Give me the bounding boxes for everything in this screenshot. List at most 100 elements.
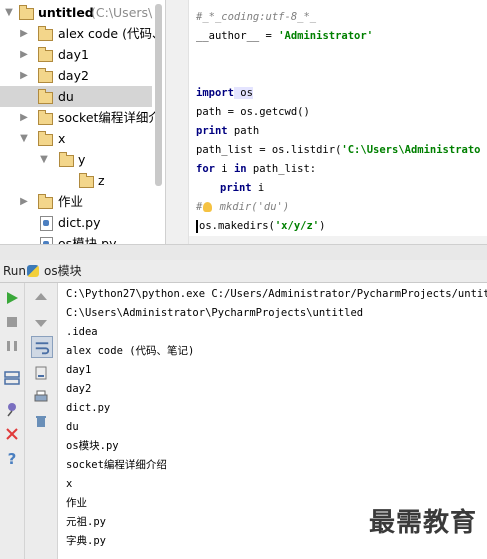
console-line: dict.py <box>66 402 111 414</box>
tree-item-os-module-py[interactable]: os模块.py <box>0 233 155 244</box>
project-tree: ▼ untitled (C:\Users\ ▶ alex code (代码、 ▶… <box>0 0 166 244</box>
tree-item-label: 作业 <box>58 194 84 209</box>
folder-icon <box>38 194 53 209</box>
tree-root-path: (C:\Users\ <box>91 5 153 20</box>
run-toolbar-secondary <box>25 283 58 559</box>
print-icon[interactable] <box>33 389 49 405</box>
console-line: C:\Users\Administrator\PycharmProjects\u… <box>66 307 364 319</box>
tree-item-day1[interactable]: ▶ day1 <box>0 44 155 65</box>
code-comment: mkdir('du') <box>213 201 290 213</box>
console-line: x <box>66 478 73 490</box>
chevron-down-icon[interactable]: ▼ <box>39 149 49 170</box>
code-keyword: import <box>196 87 234 99</box>
lightbulb-icon[interactable] <box>203 202 213 212</box>
tree-item-label: dict.py <box>58 215 101 230</box>
run-icon[interactable] <box>4 290 20 306</box>
code-text: __author__ = <box>196 30 279 42</box>
text-caret <box>196 219 198 233</box>
code-keyword: for <box>196 163 215 175</box>
console-line: .idea <box>66 326 98 338</box>
tree-item-y[interactable]: ▼ y <box>0 149 155 170</box>
console-line: 元祖.py <box>66 516 106 528</box>
editor-horizontal-scrollbar[interactable] <box>189 236 487 244</box>
tree-item-label: alex code (代码、 <box>58 26 165 41</box>
chevron-right-icon[interactable]: ▶ <box>19 191 29 212</box>
tree-scrollbar[interactable] <box>155 4 162 186</box>
folder-icon <box>59 152 74 167</box>
tree-item-label: x <box>58 131 66 146</box>
tree-item-label: day1 <box>58 47 89 62</box>
code-text: path = os.getcwd() <box>196 106 310 118</box>
folder-icon <box>38 47 53 62</box>
code-line-3: import os <box>196 84 253 103</box>
code-keyword: print <box>220 182 252 194</box>
pin-icon[interactable] <box>4 401 20 417</box>
folder-icon <box>38 26 53 41</box>
python-file-icon <box>40 237 53 244</box>
code-line-7: for i in path_list: <box>196 160 316 179</box>
console-line: socket编程详细介绍 <box>66 459 167 471</box>
python-icon <box>27 265 39 277</box>
run-panel-header: Run os模块 <box>0 260 487 283</box>
code-text: i <box>251 182 265 194</box>
code-text: os.makedirs( <box>199 220 275 232</box>
code-line-5: print path <box>196 122 259 141</box>
code-text: path_list: <box>246 163 317 175</box>
code-line-6: path_list = os.listdir('C:\Users\Adminis… <box>196 141 480 160</box>
code-line-10: os.makedirs('x/y/z') <box>196 217 325 236</box>
console-line: C:\Python27\python.exe C:/Users/Administ… <box>66 288 487 300</box>
run-tab-os-module[interactable]: os模块 <box>44 260 82 282</box>
tree-root-label: untitled <box>38 5 94 20</box>
folder-icon <box>38 131 53 146</box>
soft-wrap-icon[interactable] <box>31 336 53 358</box>
code-line-9: # mkdir('du') <box>196 198 289 217</box>
code-line-1: #_*_coding:utf-8_*_ <box>196 8 316 27</box>
tree-item-alex-code[interactable]: ▶ alex code (代码、 <box>0 23 164 44</box>
arrow-up-icon[interactable] <box>33 290 49 306</box>
chevron-right-icon[interactable]: ▶ <box>19 23 29 44</box>
tree-item-homework[interactable]: ▶ 作业 <box>0 191 155 212</box>
run-toolbar-primary: ? <box>0 283 25 559</box>
tree-item-socket[interactable]: ▶ socket编程详细介 <box>0 107 161 128</box>
tree-item-du[interactable]: du <box>0 86 152 107</box>
tree-item-label: y <box>78 152 86 167</box>
code-text: ) <box>319 220 326 232</box>
tree-item-x[interactable]: ▼ x <box>0 128 155 149</box>
pause-icon[interactable] <box>4 338 20 354</box>
run-label: Run <box>3 264 27 278</box>
layout-icon[interactable] <box>4 370 20 386</box>
stop-icon[interactable] <box>4 314 20 330</box>
chevron-down-icon[interactable]: ▼ <box>4 2 14 23</box>
tree-item-z[interactable]: z <box>0 170 155 191</box>
close-icon[interactable] <box>4 426 20 442</box>
tree-item-dict-py[interactable]: dict.py <box>0 212 155 233</box>
tree-item-day2[interactable]: ▶ day2 <box>0 65 155 86</box>
chevron-right-icon[interactable]: ▶ <box>19 107 29 128</box>
folder-icon <box>38 110 53 125</box>
chevron-right-icon[interactable]: ▶ <box>19 65 29 86</box>
code-text: i <box>214 163 234 175</box>
watermark: 最需教育 <box>368 508 477 538</box>
trash-icon[interactable] <box>33 413 49 429</box>
console-line: day1 <box>66 364 92 376</box>
chevron-down-icon[interactable]: ▼ <box>19 128 29 149</box>
tree-item-label: day2 <box>58 68 89 83</box>
help-icon[interactable]: ? <box>4 450 20 466</box>
code-editor[interactable]: #_*_coding:utf-8_*_ __author__ = 'Admini… <box>189 0 487 244</box>
code-keyword: in <box>233 163 247 175</box>
editor-gutter <box>166 0 189 244</box>
folder-icon <box>38 68 53 83</box>
code-comment: # <box>196 201 203 213</box>
code-line-2: __author__ = 'Administrator' <box>196 27 373 46</box>
python-file-icon <box>40 216 53 231</box>
chevron-right-icon[interactable]: ▶ <box>19 44 29 65</box>
tree-item-label: os模块.py <box>58 236 117 244</box>
tree-item-label: du <box>58 89 74 104</box>
console-line: day2 <box>66 383 92 395</box>
console-line: 作业 <box>66 497 87 509</box>
code-text: path <box>227 125 260 137</box>
arrow-down-icon[interactable] <box>33 314 49 330</box>
console-line: os模块.py <box>66 440 119 452</box>
scroll-to-end-icon[interactable] <box>33 365 49 381</box>
folder-icon <box>19 5 34 20</box>
